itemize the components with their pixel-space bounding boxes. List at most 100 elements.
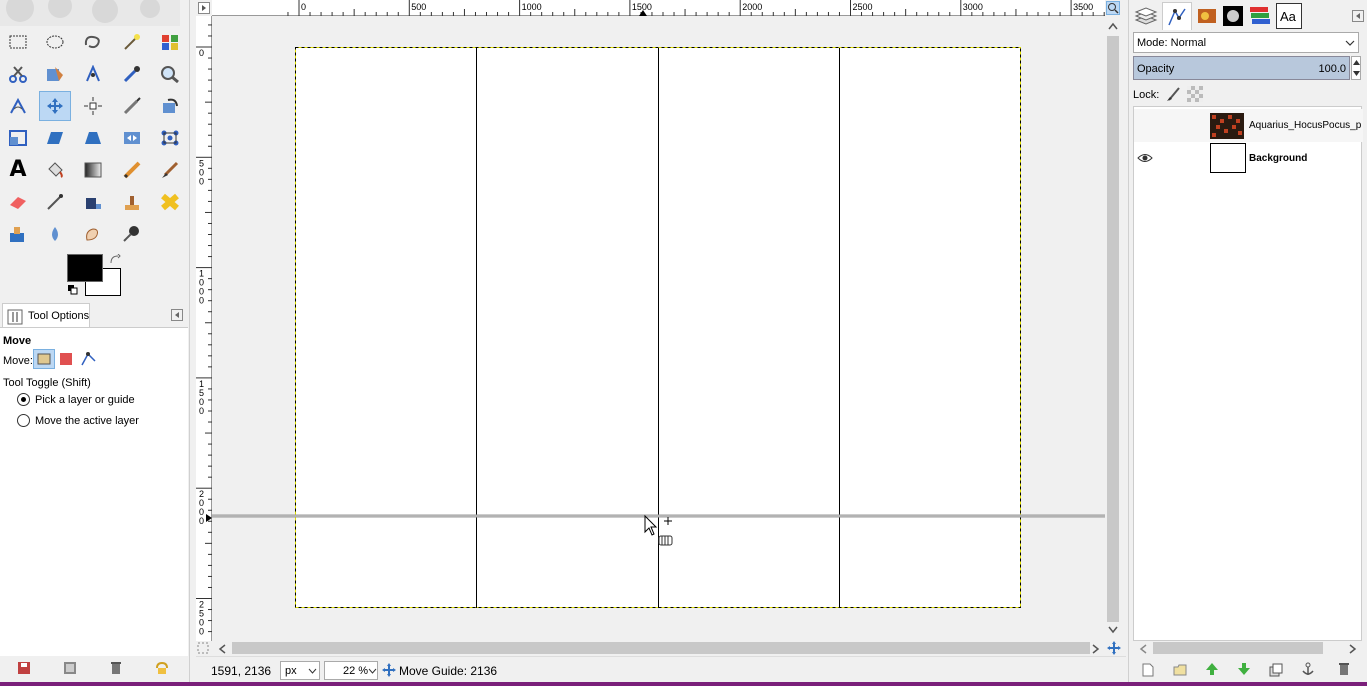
canvas-menu-icon[interactable] — [198, 2, 210, 14]
scissors-select-tool-icon[interactable] — [2, 59, 34, 89]
move-layer-mode-button[interactable] — [33, 349, 55, 369]
image-canvas-area[interactable] — [212, 16, 1105, 641]
foreground-color-swatch[interactable] — [67, 254, 103, 282]
select-by-color-tool-icon[interactable] — [154, 27, 186, 57]
undo-history-tab-icon[interactable] — [1196, 5, 1218, 27]
delete-options-icon[interactable] — [109, 661, 123, 675]
scroll-left-icon[interactable] — [218, 644, 226, 654]
perspective-tool-icon[interactable] — [77, 123, 109, 153]
navigate-icon[interactable] — [1107, 641, 1121, 655]
eye-icon[interactable] — [1137, 153, 1153, 163]
layer-row[interactable]: Aquarius_HocusPocus_pp — [1134, 109, 1363, 142]
clone-tool-icon[interactable] — [116, 187, 148, 217]
bucket-fill-tool-icon[interactable] — [39, 155, 71, 185]
ruler-label: 0 — [199, 48, 204, 58]
chevron-down-icon — [308, 668, 317, 674]
lock-alpha-icon[interactable] — [1187, 86, 1203, 102]
new-layer-icon[interactable] — [1141, 663, 1155, 677]
zoom-tool-icon[interactable] — [154, 59, 186, 89]
crop-tool-icon[interactable] — [116, 91, 148, 121]
new-layer-group-icon[interactable] — [1173, 663, 1187, 677]
zoom-select[interactable]: 22 % — [324, 661, 378, 680]
tab-channels[interactable] — [1162, 2, 1192, 30]
measure-tool-icon[interactable] — [2, 91, 34, 121]
restore-options-icon[interactable] — [63, 661, 77, 675]
tab-menu-icon[interactable] — [171, 309, 183, 321]
mode-select[interactable]: Mode: Normal — [1133, 32, 1359, 53]
fonts-tab-icon[interactable]: Aa — [1276, 3, 1302, 29]
horizontal-scroll-thumb[interactable] — [232, 642, 1090, 654]
layer-name[interactable]: Aquarius_HocusPocus_pp — [1249, 120, 1361, 131]
scroll-down-icon[interactable] — [1108, 626, 1118, 634]
move-path-mode-icon[interactable] — [80, 351, 98, 367]
horizontal-ruler[interactable]: 0 500 1000 1500 2000 2500 3000 3500 — [212, 0, 1105, 16]
layers-scroll-thumb[interactable] — [1153, 642, 1323, 654]
scroll-right-icon[interactable] — [1349, 644, 1357, 654]
fuzzy-select-tool-icon[interactable] — [116, 27, 148, 57]
layer-row[interactable]: Background — [1134, 142, 1363, 175]
text-tool-icon[interactable]: A — [2, 155, 34, 185]
layers-horizontal-scrollbar[interactable] — [1133, 641, 1362, 655]
foreground-select-tool-icon[interactable] — [39, 59, 71, 89]
rect-select-tool-icon[interactable] — [2, 27, 34, 57]
paintbrush-tool-icon[interactable] — [154, 155, 186, 185]
blend-tool-icon[interactable] — [77, 155, 109, 185]
ink-tool-icon[interactable] — [77, 187, 109, 217]
brushes-tab-icon[interactable] — [1222, 5, 1244, 27]
cage-transform-tool-icon[interactable] — [154, 123, 186, 153]
opacity-spinner[interactable] — [1351, 56, 1361, 80]
smudge-tool-icon[interactable] — [77, 219, 109, 249]
spin-down-icon[interactable] — [1353, 71, 1360, 76]
move-selection-mode-icon[interactable] — [59, 352, 73, 366]
anchor-layer-icon[interactable] — [1301, 662, 1315, 676]
dodge-burn-tool-icon[interactable] — [116, 219, 148, 249]
layers-dock: Aa Mode: Normal Opacity 100.0 Lock: Aqua… — [1128, 0, 1367, 686]
scroll-up-icon[interactable] — [1108, 22, 1118, 30]
rotate-tool-icon[interactable] — [154, 91, 186, 121]
ruler-label: 0 — [301, 2, 306, 12]
vertical-scroll-thumb[interactable] — [1107, 36, 1119, 622]
dock-menu-icon[interactable] — [1352, 10, 1364, 22]
layer-name[interactable]: Background — [1249, 153, 1307, 164]
opacity-slider[interactable]: Opacity 100.0 — [1133, 56, 1350, 80]
zoom-toggle-icon[interactable] — [1106, 1, 1120, 15]
default-colors-icon[interactable] — [67, 284, 79, 296]
vertical-ruler[interactable]: 05001000150020002500 — [196, 16, 212, 641]
spin-up-icon[interactable] — [1353, 60, 1360, 65]
ruler-label: 3000 — [963, 2, 983, 12]
vertical-scrollbar[interactable] — [1105, 16, 1121, 641]
shear-tool-icon[interactable] — [39, 123, 71, 153]
ellipse-select-tool-icon[interactable] — [39, 27, 71, 57]
scroll-left-icon[interactable] — [1139, 644, 1147, 654]
delete-layer-icon[interactable] — [1337, 662, 1351, 676]
heal-tool-icon[interactable] — [154, 187, 186, 217]
save-options-icon[interactable] — [17, 661, 31, 675]
airbrush-tool-icon[interactable] — [39, 187, 71, 217]
swap-colors-icon[interactable] — [109, 254, 121, 266]
horizontal-scrollbar[interactable] — [212, 641, 1105, 655]
paths-tool-icon[interactable] — [77, 59, 109, 89]
unit-select[interactable]: px — [280, 661, 320, 680]
gradients-tab-icon[interactable] — [1248, 5, 1272, 27]
free-select-tool-icon[interactable] — [77, 27, 109, 57]
quick-mask-icon[interactable] — [197, 642, 209, 654]
eraser-tool-icon[interactable] — [2, 187, 34, 217]
scale-tool-icon[interactable] — [2, 123, 34, 153]
color-picker-tool-icon[interactable] — [116, 59, 148, 89]
pencil-tool-icon[interactable] — [116, 155, 148, 185]
tab-tool-options[interactable]: Tool Options — [2, 303, 90, 329]
duplicate-layer-icon[interactable] — [1269, 663, 1283, 677]
flip-tool-icon[interactable] — [116, 123, 148, 153]
align-tool-icon[interactable] — [77, 91, 109, 121]
lock-pixels-icon[interactable] — [1166, 86, 1182, 102]
scroll-right-icon[interactable] — [1092, 644, 1100, 654]
move-active-layer-radio[interactable] — [17, 414, 30, 427]
perspective-clone-tool-icon[interactable] — [2, 219, 34, 249]
move-tool-icon[interactable] — [39, 91, 71, 121]
raise-layer-icon[interactable] — [1205, 662, 1219, 676]
layers-tab-icon[interactable] — [1134, 5, 1158, 27]
pick-layer-radio[interactable] — [17, 393, 30, 406]
reset-options-icon[interactable] — [155, 661, 169, 675]
blur-tool-icon[interactable] — [39, 219, 71, 249]
lower-layer-icon[interactable] — [1237, 662, 1251, 676]
